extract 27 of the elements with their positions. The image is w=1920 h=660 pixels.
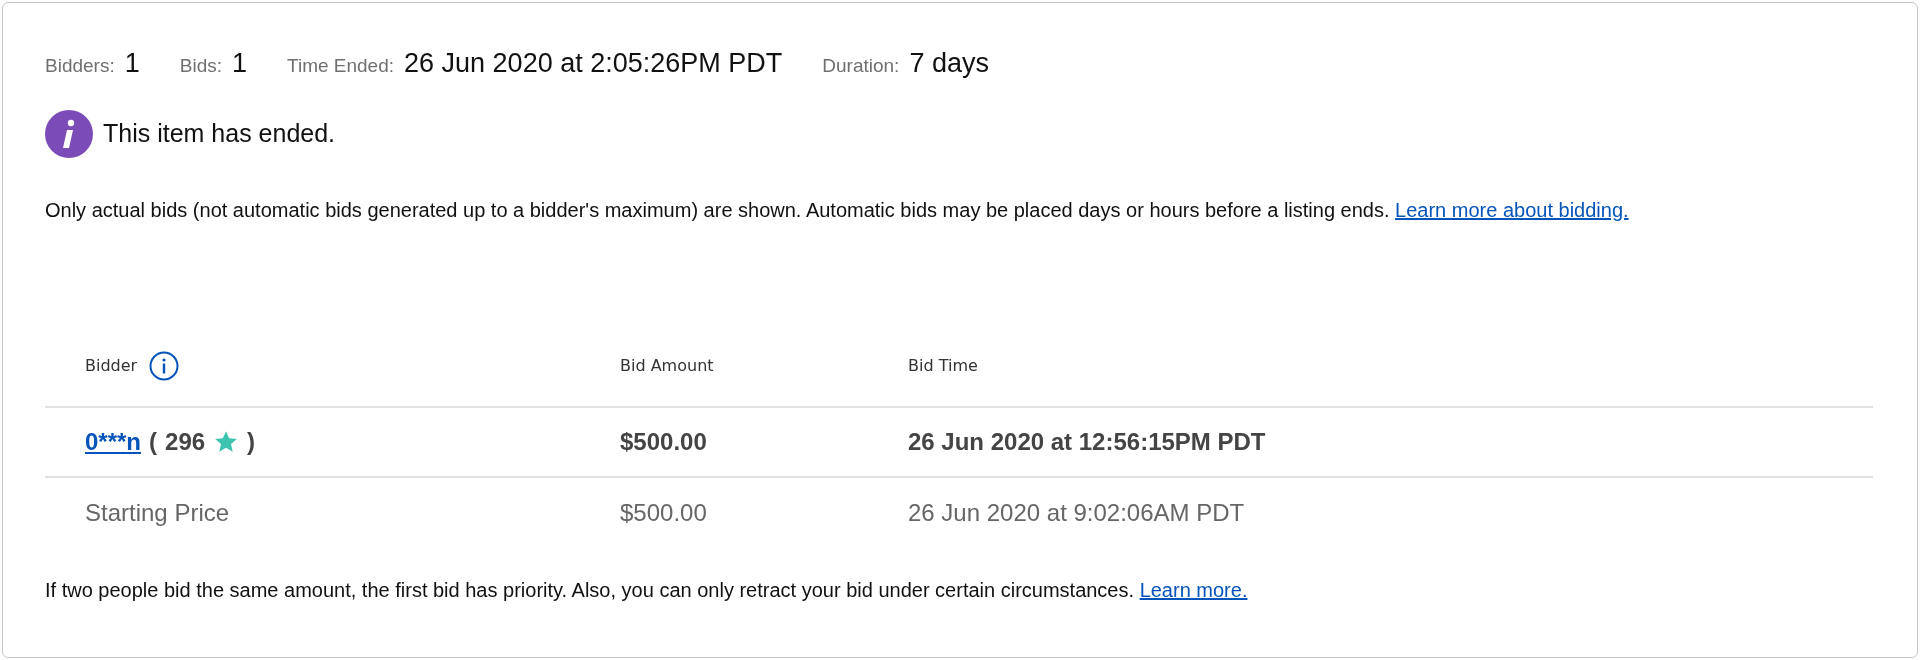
stat-label: Duration: <box>822 54 900 78</box>
bidder-link[interactable]: 0***n <box>85 423 142 460</box>
table-cell: $500.00 <box>620 498 707 526</box>
stat-value: 7 days <box>909 47 989 80</box>
learn-more-link[interactable]: Learn more about bidding. <box>1395 198 1629 221</box>
stat-label: Bids: <box>179 54 222 78</box>
stat-value: 1 <box>232 47 247 80</box>
notice-text: This item has ended. <box>103 117 336 149</box>
table-cell: 26 Jun 2020 at 12:56:15PM PDT <box>908 427 1266 455</box>
stat-value: 1 <box>124 47 140 80</box>
bidding-note: Only actual bids (not automatic bids generated up to a bidder's maximum) are shown. Automatic bids may be placed days or hours before a listing ends. Learn more about bidding. <box>45 197 1630 223</box>
stat-label: Time Ended: <box>287 54 395 78</box>
column-header: Bidder <box>85 354 138 377</box>
feedback-score: ( <box>149 426 158 457</box>
stat-value: 26 Jun 2020 at 2:05:26PM PDT <box>404 47 783 80</box>
table-cell: $500.00 <box>620 427 707 455</box>
table-cell-text: Starting Price <box>85 497 230 528</box>
table-cell: 26 Jun 2020 at 9:02:06AM PDT <box>908 498 1245 526</box>
column-header: Bid Time <box>908 354 978 377</box>
feedback-score: ) <box>247 426 256 457</box>
info-icon <box>45 109 93 158</box>
feedback-score: 296 <box>165 426 206 457</box>
info-icon[interactable] <box>149 350 180 381</box>
column-header: Bid Amount <box>620 354 714 377</box>
stat-label: Bidders: <box>45 54 115 78</box>
footer-note: If two people bid the same amount, the first bid has priority. Also, you can only retract your bid under certain circumstances. Learn more. <box>45 577 1249 603</box>
learn-more-link[interactable]: Learn more. <box>1139 578 1248 601</box>
